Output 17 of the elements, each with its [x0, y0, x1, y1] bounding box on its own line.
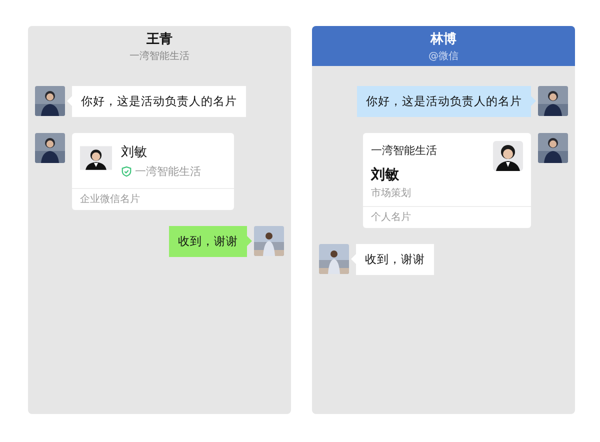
- contact-card[interactable]: 刘敏 一湾智能生活 企业微信名片: [72, 133, 234, 210]
- card-type-label: 企业微信名片: [79, 192, 141, 207]
- card-name: 刘敏: [371, 166, 400, 184]
- card-role: 市场策划: [371, 186, 412, 200]
- card-company: 一湾智能生活: [135, 164, 201, 179]
- contact-name: 王青: [146, 30, 172, 48]
- message-bubble: 收到，谢谢: [169, 226, 252, 257]
- card-type-label: 个人名片: [370, 210, 412, 225]
- contact-subtitle: 一湾智能生活: [130, 50, 190, 62]
- message-bubble: 你好，这是活动负责人的名片: [67, 86, 246, 117]
- message-bubble: 你好，这是活动负责人的名片: [357, 86, 536, 117]
- message-bubble: 收到，谢谢: [351, 244, 434, 275]
- contact-subtitle: @微信: [428, 50, 458, 62]
- contact-name: 林博: [430, 30, 456, 48]
- card-company: 一湾智能生活: [371, 143, 437, 158]
- card-name: 刘敏: [121, 144, 148, 161]
- contact-card[interactable]: 一湾智能生活 刘敏 市场策划 个人名片: [363, 133, 531, 228]
